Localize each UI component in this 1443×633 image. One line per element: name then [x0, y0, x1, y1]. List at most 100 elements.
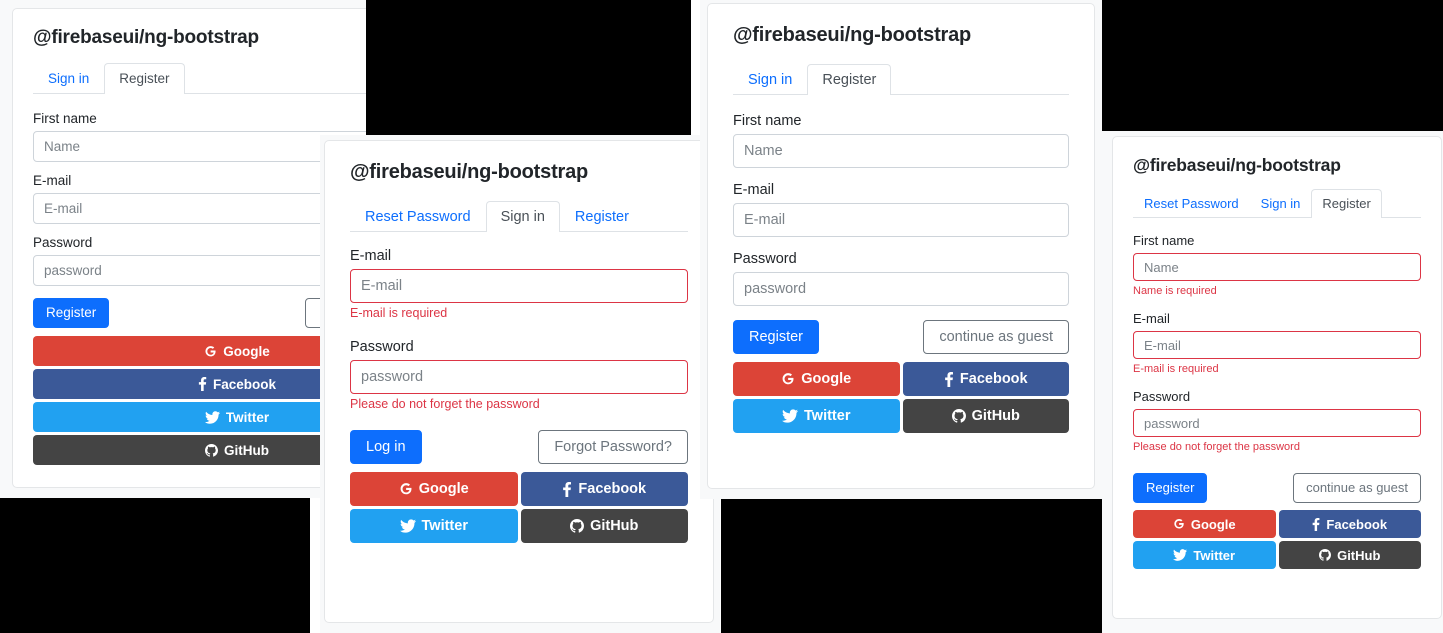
github-label: GitHub: [590, 518, 639, 534]
facebook-icon: [1312, 517, 1320, 531]
email-input[interactable]: [1133, 331, 1421, 359]
password-input[interactable]: [1133, 409, 1421, 437]
github-login-button[interactable]: GitHub: [33, 435, 366, 465]
facebook-login-button[interactable]: Facebook: [1278, 510, 1421, 538]
twitter-icon: [204, 410, 220, 424]
facebook-icon: [198, 377, 207, 391]
auth-tabs: Sign in Register: [33, 63, 366, 94]
first-name-input[interactable]: [1133, 253, 1421, 281]
continue-as-guest-button[interactable]: continue as guest: [923, 320, 1069, 354]
github-label: GitHub: [971, 408, 1020, 424]
tab-register[interactable]: Register: [1311, 189, 1382, 218]
github-icon: [570, 519, 585, 533]
first-name-label: First name: [733, 113, 802, 129]
github-label: GitHub: [224, 442, 269, 458]
forgot-password-button[interactable]: Forgot Password?: [538, 430, 688, 464]
auth-card: @firebaseui/ng-bootstrap Reset Password …: [324, 140, 714, 623]
twitter-label: Twitter: [1193, 547, 1236, 563]
tab-sign-in[interactable]: Sign in: [733, 64, 807, 95]
google-login-button[interactable]: Google: [33, 336, 366, 366]
field-first-name: First name: [33, 110, 366, 162]
github-icon: [951, 409, 966, 423]
password-label: Password: [350, 339, 414, 355]
google-icon: [781, 372, 795, 386]
facebook-login-button[interactable]: Facebook: [902, 362, 1069, 396]
page-title: @firebaseui/ng-bootstrap: [350, 161, 589, 183]
field-email: E-mail: [733, 182, 1069, 237]
action-row: Log in Forgot Password?: [350, 430, 688, 464]
email-label: E-mail: [350, 248, 392, 264]
twitter-login-button[interactable]: Twitter: [33, 402, 366, 432]
tab-register[interactable]: Register: [807, 64, 892, 95]
log-in-button[interactable]: Log in: [350, 430, 422, 464]
field-password: Password Please do not forget the passwo…: [1133, 388, 1421, 455]
tab-register[interactable]: Register: [560, 201, 644, 232]
social-login-group: Google Facebook Twitter GitHub: [33, 336, 366, 465]
google-label: Google: [418, 481, 469, 497]
twitter-login-button[interactable]: Twitter: [1133, 541, 1276, 569]
email-error: E-mail is required: [1133, 363, 1219, 375]
tab-sign-in[interactable]: Sign in: [485, 201, 560, 232]
continue-as-guest-button[interactable]: continue as guest: [1293, 473, 1421, 503]
field-password: Password: [33, 234, 366, 286]
page-title: @firebaseui/ng-bootstrap: [1133, 155, 1341, 175]
first-name-label: First name: [33, 111, 97, 126]
email-label: E-mail: [733, 182, 775, 198]
register-button[interactable]: Register: [733, 320, 819, 354]
field-password: Password: [733, 251, 1069, 306]
password-label: Password: [1133, 389, 1191, 404]
facebook-label: Facebook: [212, 376, 277, 392]
email-input[interactable]: [733, 203, 1069, 237]
facebook-label: Facebook: [578, 481, 647, 497]
twitter-label: Twitter: [804, 408, 851, 424]
window-register-narrow: @firebaseui/ng-bootstrap Sign in Registe…: [0, 0, 366, 498]
register-button[interactable]: Register: [1133, 473, 1208, 503]
field-email: E-mail E-mail is required: [1133, 310, 1421, 377]
tab-reset-password[interactable]: Reset Password: [350, 201, 486, 232]
google-icon: [1173, 518, 1185, 530]
social-login-group: Google Facebook Twitter GitHub: [1133, 510, 1421, 569]
action-row: Register continue as guest: [33, 298, 366, 328]
page-title: @firebaseui/ng-bootstrap: [33, 27, 259, 48]
google-login-button[interactable]: Google: [1133, 510, 1276, 538]
facebook-login-button[interactable]: Facebook: [520, 472, 688, 506]
browser-viewport: @firebaseui/ng-bootstrap Sign in Registe…: [0, 0, 366, 498]
email-input[interactable]: [33, 193, 366, 224]
register-button[interactable]: Register: [33, 298, 110, 328]
github-login-button[interactable]: GitHub: [1278, 541, 1421, 569]
window-signin-validation: @firebaseui/ng-bootstrap Reset Password …: [320, 135, 720, 633]
field-email: E-mail E-mail is required: [350, 248, 688, 321]
google-login-button[interactable]: Google: [350, 472, 518, 506]
twitter-login-button[interactable]: Twitter: [733, 399, 900, 433]
google-login-button[interactable]: Google: [733, 362, 900, 396]
password-label: Password: [33, 235, 93, 250]
github-icon: [1319, 549, 1332, 561]
password-error: Please do not forget the password: [350, 397, 540, 411]
tab-register[interactable]: Register: [104, 63, 185, 94]
github-login-button[interactable]: GitHub: [902, 399, 1069, 433]
google-icon: [204, 345, 217, 358]
email-input[interactable]: [350, 269, 688, 303]
password-input[interactable]: [733, 272, 1069, 306]
twitter-icon: [1173, 549, 1188, 561]
tab-sign-in[interactable]: Sign in: [33, 63, 104, 94]
google-icon: [399, 482, 413, 496]
facebook-login-button[interactable]: Facebook: [33, 369, 366, 399]
tab-reset-password[interactable]: Reset Password: [1133, 189, 1250, 218]
twitter-login-button[interactable]: Twitter: [350, 509, 518, 543]
password-input[interactable]: [350, 360, 688, 394]
password-label: Password: [733, 251, 797, 267]
black-region-bottom-middle: [721, 499, 1102, 633]
first-name-input[interactable]: [33, 131, 366, 162]
auth-tabs: Sign in Register: [733, 61, 1069, 95]
tab-sign-in[interactable]: Sign in: [1250, 189, 1312, 218]
first-name-label: First name: [1133, 233, 1195, 248]
password-input[interactable]: [33, 255, 366, 286]
black-region-top-left: [366, 0, 691, 135]
browser-viewport: @firebaseui/ng-bootstrap Reset Password …: [1102, 131, 1443, 633]
action-row: Register continue as guest: [1133, 473, 1421, 503]
github-login-button[interactable]: GitHub: [520, 509, 688, 543]
twitter-icon: [399, 519, 416, 533]
auth-tabs: Reset Password Sign in Register: [1133, 188, 1421, 218]
first-name-input[interactable]: [733, 134, 1069, 168]
